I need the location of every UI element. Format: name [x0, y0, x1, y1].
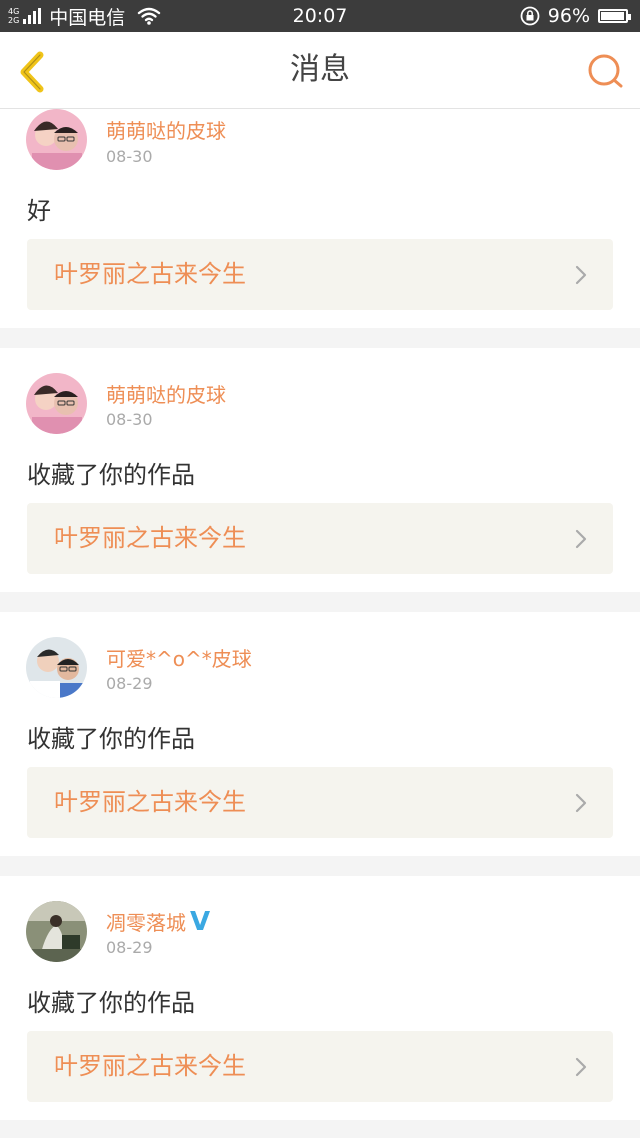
message-card: 萌萌哒的皮球 08-30 收藏了你的作品 叶罗丽之古来今生 — [0, 348, 640, 592]
work-link[interactable]: 叶罗丽之古来今生 — [27, 1031, 613, 1102]
work-title: 叶罗丽之古来今生 — [54, 524, 246, 552]
work-link[interactable]: 叶罗丽之古来今生 — [27, 503, 613, 574]
username[interactable]: 萌萌哒的皮球 — [106, 379, 226, 408]
avatar[interactable] — [26, 901, 87, 962]
message-date: 08-30 — [106, 410, 153, 429]
work-title: 叶罗丽之古来今生 — [54, 788, 246, 816]
chevron-right-icon — [575, 529, 587, 549]
chevron-left-icon — [20, 51, 44, 93]
status-right: 96% — [520, 0, 631, 32]
status-bar: 4G 2G 中国电信 20:07 96% — [0, 0, 640, 32]
chevron-right-icon — [575, 793, 587, 813]
chevron-right-icon — [575, 265, 587, 285]
message-card: 萌萌哒的皮球 08-30 好 叶罗丽之古来今生 — [0, 109, 640, 328]
message-card: 可爱*^o^*皮球 08-29 收藏了你的作品 叶罗丽之古来今生 — [0, 612, 640, 856]
message-text: 收藏了你的作品 — [27, 989, 195, 1017]
battery-fill — [601, 12, 625, 20]
username[interactable]: 萌萌哒的皮球 — [106, 115, 226, 144]
message-text: 收藏了你的作品 — [27, 725, 195, 753]
username-text: 可爱*^o^*皮球 — [106, 647, 252, 671]
work-title: 叶罗丽之古来今生 — [54, 260, 246, 288]
work-link[interactable]: 叶罗丽之古来今生 — [27, 239, 613, 310]
message-date: 08-29 — [106, 674, 153, 693]
header: 消息 — [0, 32, 640, 109]
rotation-lock-icon — [520, 6, 540, 26]
battery-icon — [598, 9, 631, 23]
work-link[interactable]: 叶罗丽之古来今生 — [27, 767, 613, 838]
page-title: 消息 — [290, 52, 350, 87]
back-button[interactable] — [14, 50, 54, 94]
message-date: 08-29 — [106, 938, 153, 957]
message-card: 凋零落城 V 08-29 收藏了你的作品 叶罗丽之古来今生 — [0, 876, 640, 1120]
battery-percent: 96% — [547, 5, 590, 27]
work-title: 叶罗丽之古来今生 — [54, 1052, 246, 1080]
message-text: 收藏了你的作品 — [27, 461, 195, 489]
username-text: 萌萌哒的皮球 — [106, 383, 226, 407]
message-text: 好 — [27, 197, 51, 225]
username-text: 凋零落城 — [106, 911, 186, 935]
avatar[interactable] — [26, 373, 87, 434]
search-icon — [588, 54, 623, 88]
avatar[interactable] — [26, 109, 87, 170]
message-date: 08-30 — [106, 147, 153, 166]
avatar[interactable] — [26, 637, 87, 698]
username[interactable]: 凋零落城 V — [106, 907, 210, 937]
chevron-right-icon — [575, 1057, 587, 1077]
verified-icon: V — [190, 907, 211, 937]
search-button[interactable] — [586, 52, 626, 92]
username-text: 萌萌哒的皮球 — [106, 119, 226, 143]
username[interactable]: 可爱*^o^*皮球 — [106, 643, 252, 672]
